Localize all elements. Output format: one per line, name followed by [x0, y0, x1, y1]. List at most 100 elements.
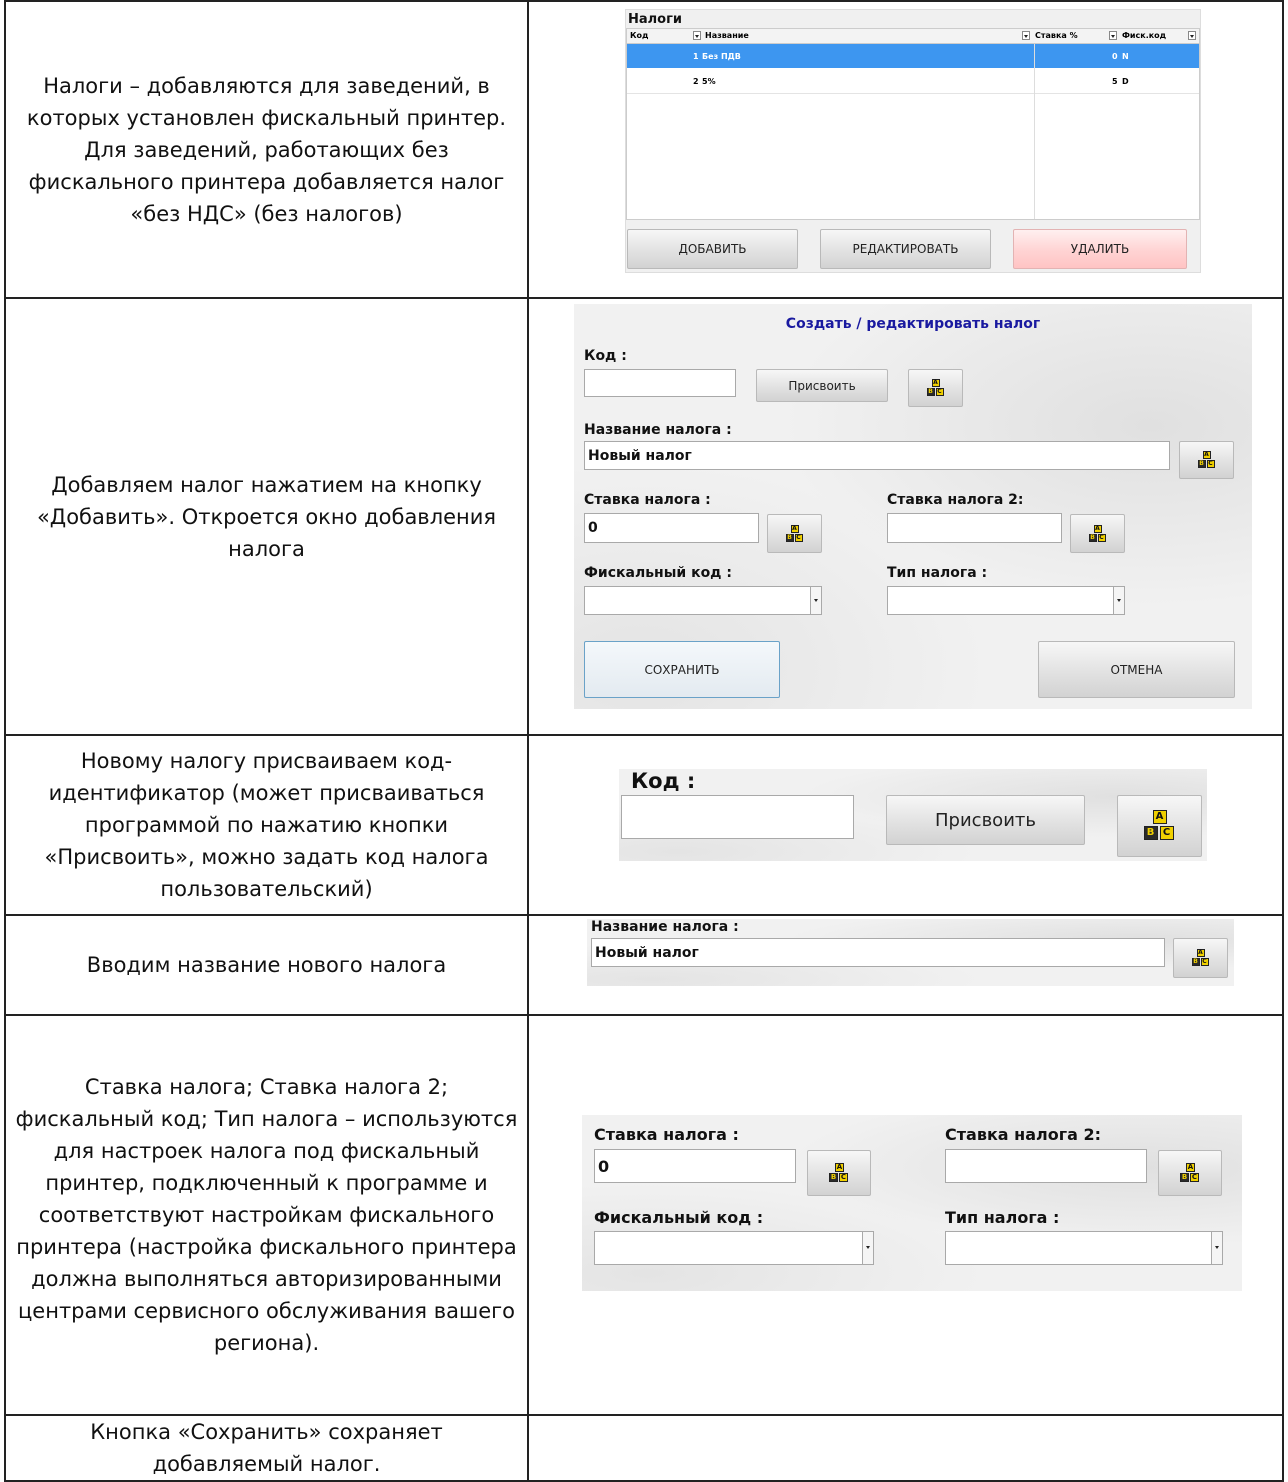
key-b: B [926, 388, 935, 396]
keyboard-icon: A B C [1197, 451, 1216, 469]
table-row: Кнопка «Сохранить» сохраняет добавляемый… [4, 1414, 1284, 1482]
chevron-down-icon[interactable] [1211, 1232, 1222, 1264]
key-c: C [1159, 826, 1174, 840]
add-button[interactable]: ДОБАВИТЬ [627, 229, 798, 269]
table-row: Вводим название нового налога Название н… [4, 914, 1284, 1016]
keyboard-icon: A B C [829, 1163, 849, 1183]
column-header-code[interactable]: Код [630, 31, 649, 40]
keyboard-button[interactable]: A B C [1070, 514, 1125, 553]
cell-name: Без ПДВ [702, 52, 741, 61]
screenshot-cell: Код : Присвоить A B C [527, 734, 1284, 916]
cancel-button[interactable]: ОТМЕНА [1038, 641, 1235, 698]
table-row: Новому налогу присваиваем код-идентифика… [4, 734, 1284, 916]
tax-name-field[interactable]: Новый налог [591, 938, 1165, 967]
screenshot-cell: Налоги Код Название Ставка % Фиск.код 1 [527, 0, 1284, 299]
key-b: B [1191, 958, 1200, 966]
key-b: B [1143, 826, 1158, 840]
column-header-fiscal-code[interactable]: Фиск.код [1122, 31, 1166, 40]
tax-rate-field[interactable]: 0 [584, 513, 759, 543]
column-header-rate[interactable]: Ставка % [1035, 31, 1078, 40]
filter-dropdown-icon[interactable] [1022, 31, 1030, 40]
edit-button[interactable]: РЕДАКТИРОВАТЬ [820, 229, 991, 269]
assign-button[interactable]: Присвоить [886, 795, 1085, 845]
cell-code: 1 [693, 52, 699, 61]
screenshot-cell [527, 1414, 1284, 1482]
table-row: Налоги – добавляются для заведений, в ко… [4, 0, 1284, 299]
key-b: B [1197, 460, 1206, 468]
fiscal-code-select[interactable] [584, 586, 822, 615]
tax-name-field[interactable]: Новый налог [584, 441, 1170, 470]
dialog-title: Создать / редактировать налог [785, 316, 1041, 332]
key-b: B [829, 1173, 838, 1182]
cell-name: 5% [702, 77, 716, 86]
tax-name-section-zoom: Название налога : Новый налог A B C [587, 919, 1234, 986]
description-cell: Новому налогу присваиваем код-идентифика… [4, 734, 529, 916]
description-cell: Ставка налога; Ставка налога 2; фискальн… [4, 1014, 529, 1416]
keyboard-icon: A B C [1191, 949, 1210, 967]
code-field[interactable] [621, 795, 854, 839]
description-cell: Кнопка «Сохранить» сохраняет добавляемый… [4, 1414, 529, 1482]
chevron-down-icon[interactable] [1113, 587, 1124, 614]
table-row[interactable]: 1 Без ПДВ 0 N [627, 44, 1199, 68]
cell-code: 2 [693, 77, 699, 86]
screenshot-cell: Ставка налога : 0 A B C Ставка налога 2:… [527, 1014, 1284, 1416]
grid-header: Код Название Ставка % Фиск.код [627, 29, 1199, 44]
keyboard-button[interactable]: A B C [908, 369, 963, 407]
assign-button[interactable]: Присвоить [756, 369, 888, 402]
key-a: A [1152, 810, 1167, 824]
key-a: A [835, 1163, 844, 1172]
description-cell: Вводим название нового налога [4, 914, 529, 1016]
delete-button[interactable]: УДАЛИТЬ [1013, 229, 1187, 269]
cell-rate: 0 [1112, 52, 1118, 61]
key-b: B [1180, 1173, 1189, 1182]
code-label: Код : [584, 348, 627, 364]
keyboard-icon: A B C [1088, 524, 1107, 543]
screenshot-cell: Создать / редактировать налог Код : Прис… [527, 297, 1284, 736]
tax-rate2-field[interactable] [887, 513, 1062, 543]
tax-type-select[interactable] [945, 1231, 1223, 1265]
chevron-down-icon[interactable] [862, 1232, 873, 1264]
fiscal-code-label: Фискальный код : [594, 1208, 764, 1227]
key-a: A [1186, 1163, 1195, 1172]
fiscal-code-label: Фискальный код : [584, 565, 732, 581]
keyboard-button[interactable]: A B C [767, 514, 822, 553]
filter-dropdown-icon[interactable] [693, 31, 701, 40]
cell-fiscal-code: D [1122, 77, 1129, 86]
code-section-zoom: Код : Присвоить A B C [619, 769, 1207, 861]
key-a: A [931, 379, 940, 387]
tax-rate-field[interactable]: 0 [594, 1149, 796, 1183]
tax-edit-dialog: Создать / редактировать налог Код : Прис… [574, 304, 1252, 709]
key-b: B [785, 533, 794, 542]
key-c: C [935, 388, 944, 396]
key-c: C [1206, 460, 1215, 468]
tax-type-select[interactable] [887, 586, 1125, 615]
tax-rate-label: Ставка налога : [584, 492, 711, 508]
grid-title: Налоги [628, 12, 683, 27]
filter-dropdown-icon[interactable] [1109, 31, 1117, 40]
tax-name-label: Название налога : [591, 919, 739, 935]
keyboard-button[interactable]: A B C [1173, 938, 1228, 978]
cell-fiscal-code: N [1122, 52, 1129, 61]
tax-type-label: Тип налога : [887, 565, 988, 581]
key-a: A [790, 524, 799, 533]
key-a: A [1196, 949, 1205, 957]
keyboard-icon: A B C [926, 379, 945, 397]
code-field[interactable] [584, 369, 736, 397]
keyboard-button[interactable]: A B C [1158, 1150, 1222, 1196]
keyboard-button[interactable]: A B C [1117, 795, 1202, 857]
filter-dropdown-icon[interactable] [1188, 31, 1196, 40]
keyboard-button[interactable]: A B C [1179, 441, 1234, 479]
fiscal-code-select[interactable] [594, 1231, 874, 1265]
tax-rate2-field[interactable] [945, 1149, 1147, 1183]
key-b: B [1088, 533, 1097, 542]
keyboard-button[interactable]: A B C [807, 1150, 871, 1196]
column-divider [1034, 44, 1035, 219]
chevron-down-icon[interactable] [810, 587, 821, 614]
table-row[interactable]: 2 5% 5 D [627, 69, 1199, 94]
description-cell: Добавляем налог нажатием на кнопку «Доба… [4, 297, 529, 736]
key-c: C [794, 533, 803, 542]
column-header-name[interactable]: Название [705, 31, 749, 40]
save-button[interactable]: СОХРАНИТЬ [584, 641, 780, 698]
tax-rate2-label: Ставка налога 2: [945, 1125, 1101, 1144]
key-c: C [839, 1173, 848, 1182]
